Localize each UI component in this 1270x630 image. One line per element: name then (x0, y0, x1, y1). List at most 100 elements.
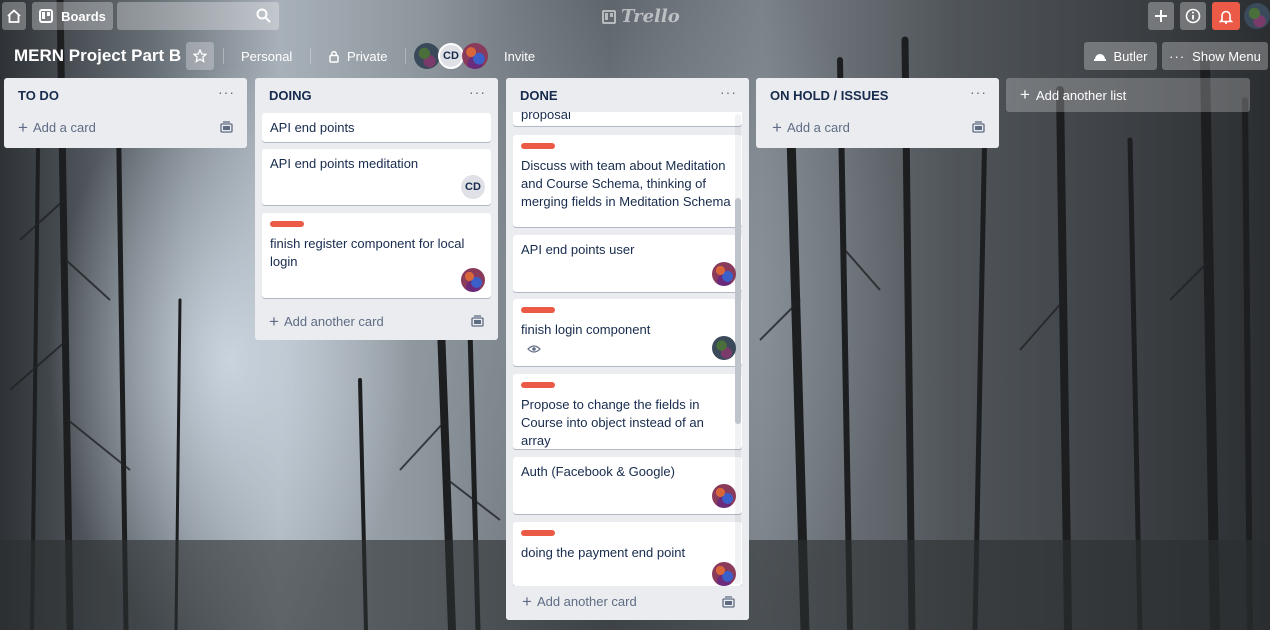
star-icon (193, 49, 207, 63)
card-template-icon[interactable] (471, 315, 484, 327)
add-card-button[interactable]: + Add a card (772, 118, 850, 137)
bell-icon (1219, 10, 1233, 24)
visibility-label: Private (347, 48, 388, 64)
list-doing[interactable]: DOING ··· API end points API end points … (255, 78, 498, 340)
card-label-red[interactable] (521, 307, 555, 313)
team-button[interactable]: Personal (232, 42, 301, 70)
card-label-red[interactable] (521, 382, 555, 388)
list-header: DONE ··· (506, 78, 749, 112)
card[interactable]: API end points user (513, 235, 742, 292)
list-title[interactable]: DOING (269, 88, 312, 103)
card[interactable]: API end points (262, 113, 491, 142)
butler-icon (1093, 54, 1106, 61)
card[interactable]: Discuss with team about Meditation and C… (513, 135, 742, 227)
card-title: finish register component for local logi… (270, 236, 465, 269)
notifications-button[interactable] (1212, 2, 1240, 30)
butler-label: Butler (1113, 48, 1148, 64)
card[interactable]: finish register component for local logi… (262, 213, 491, 298)
list-menu-icon[interactable]: ··· (720, 84, 737, 100)
boards-button[interactable]: Boards (32, 2, 113, 30)
top-navigation-bar: Boards Trello (0, 0, 1270, 32)
header-divider (405, 48, 406, 64)
show-menu-label: Show Menu (1192, 48, 1261, 64)
card-template-icon[interactable] (722, 596, 735, 608)
card-member-avatar[interactable] (712, 336, 736, 360)
list-header: ON HOLD / ISSUES ··· (756, 78, 999, 112)
member-avatar-initials[interactable]: CD (438, 43, 464, 69)
card-label-red[interactable] (521, 530, 555, 536)
card-title: API end points (270, 120, 355, 135)
card-title: API end points meditation (270, 156, 419, 171)
card-title: finish login component (521, 322, 651, 337)
card-title: Discuss with team about Meditation and C… (521, 158, 731, 209)
card-title: Auth (Facebook & Google) (521, 464, 675, 479)
list-header: TO DO ··· (4, 78, 247, 112)
info-button[interactable] (1180, 2, 1206, 30)
user-avatar[interactable] (1244, 3, 1270, 29)
plus-icon: + (18, 118, 28, 137)
list-todo[interactable]: TO DO ··· + Add a card (4, 78, 247, 148)
card-label-red[interactable] (521, 143, 555, 149)
plus-icon (1155, 10, 1167, 22)
card[interactable]: Auth (Facebook & Google) (513, 457, 742, 514)
trello-logo-icon (602, 9, 616, 24)
card-title: doing the payment end point (521, 545, 686, 560)
card-member-avatar[interactable] (712, 562, 736, 586)
search-icon (256, 8, 271, 23)
invite-label: Invite (504, 48, 536, 64)
watching-eye-icon (527, 345, 541, 353)
list-header: DOING ··· (255, 78, 498, 112)
card[interactable]: Propose to change the fields in Course i… (513, 374, 742, 449)
board-title[interactable]: MERN Project Part B (14, 46, 181, 66)
add-card-button[interactable]: + Add another card (522, 592, 637, 611)
boards-label: Boards (61, 8, 106, 24)
list-on-hold-issues[interactable]: ON HOLD / ISSUES ··· + Add a card (756, 78, 999, 148)
visibility-button[interactable]: Private (320, 42, 395, 70)
trello-logo[interactable]: Trello (602, 6, 680, 27)
card-member-avatar[interactable] (461, 268, 485, 292)
list-menu-icon[interactable]: ··· (469, 84, 486, 100)
list-footer: + Add another card (506, 586, 749, 620)
plus-icon: + (269, 312, 279, 331)
card-title: API end points user (521, 242, 635, 257)
card[interactable]: doing the payment end point (513, 522, 742, 586)
plus-icon: + (772, 118, 782, 137)
list-scrollbar-thumb[interactable] (735, 198, 741, 424)
list-done[interactable]: DONE ··· proposal Discuss with team abou… (506, 78, 749, 620)
butler-button[interactable]: Butler (1084, 42, 1157, 70)
list-title[interactable]: TO DO (18, 88, 59, 103)
member-avatar[interactable] (414, 43, 440, 69)
card[interactable]: finish login component (513, 299, 742, 366)
card-member-avatar[interactable] (712, 262, 736, 286)
list-menu-icon[interactable]: ··· (218, 84, 235, 100)
invite-button[interactable]: Invite (494, 42, 545, 70)
search-input[interactable] (117, 2, 279, 30)
list-menu-icon[interactable]: ··· (970, 84, 987, 100)
list-title[interactable]: ON HOLD / ISSUES (770, 88, 888, 103)
star-board-button[interactable] (186, 42, 214, 70)
plus-icon: + (522, 592, 532, 611)
member-avatar[interactable] (462, 43, 488, 69)
card-template-icon[interactable] (220, 121, 233, 133)
card-member-avatar[interactable] (712, 484, 736, 508)
team-label: Personal (241, 48, 293, 64)
plus-icon: + (1020, 85, 1030, 104)
ellipsis-icon: ··· (1169, 48, 1186, 64)
card-title: Propose to change the fields in Course i… (521, 397, 704, 448)
home-button[interactable] (2, 2, 26, 30)
lock-icon (329, 50, 339, 63)
trello-logo-text: Trello (621, 6, 680, 27)
create-button[interactable] (1148, 2, 1174, 30)
add-list-label: Add another list (1035, 87, 1127, 103)
add-card-button[interactable]: + Add another card (269, 312, 384, 331)
list-title[interactable]: DONE (520, 88, 558, 103)
card-template-icon[interactable] (972, 121, 985, 133)
info-icon (1185, 8, 1201, 24)
add-list-button[interactable]: + Add another list (1006, 78, 1250, 112)
header-divider (223, 48, 224, 64)
card-member-avatar[interactable]: CD (461, 175, 485, 199)
show-menu-button[interactable]: ··· Show Menu (1162, 42, 1268, 70)
card[interactable]: API end points meditation CD (262, 149, 491, 205)
add-card-button[interactable]: + Add a card (18, 118, 96, 137)
card-label-red[interactable] (270, 221, 304, 227)
